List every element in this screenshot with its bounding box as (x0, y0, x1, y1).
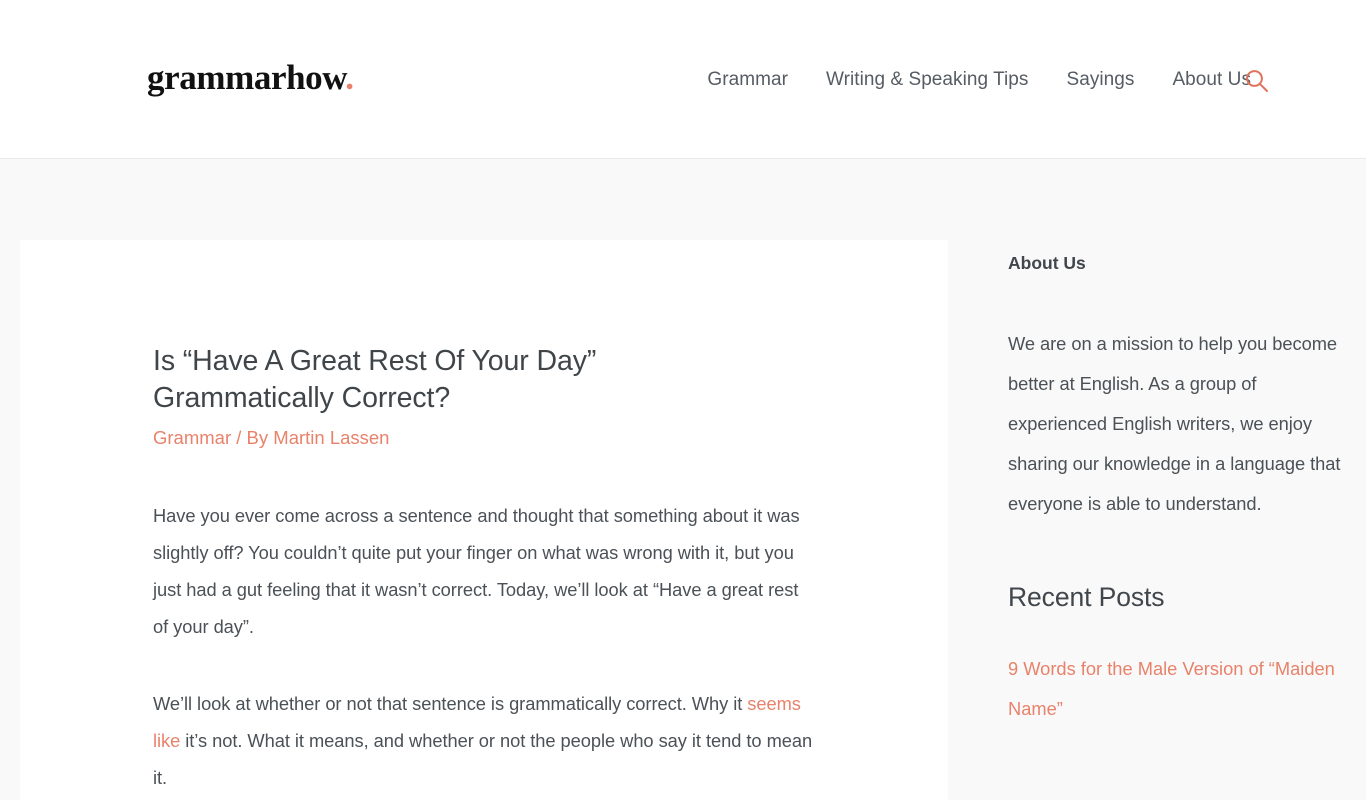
recent-posts-list: 9 Words for the Male Version of “Maiden … (1008, 649, 1348, 729)
recent-post-link[interactable]: 9 Words for the Male Version of “Maiden … (1008, 658, 1335, 719)
main-navigation: Grammar Writing & Speaking Tips Sayings … (688, 66, 1270, 94)
article-author-link[interactable]: Martin Lassen (273, 427, 389, 448)
list-item: 9 Words for the Male Version of “Maiden … (1008, 649, 1348, 729)
article-paragraph-2: We’ll look at whether or not that senten… (153, 685, 818, 796)
site-logo-dot: . (345, 58, 354, 97)
nav-item-grammar[interactable]: Grammar (688, 66, 807, 94)
about-us-text: We are on a mission to help you become b… (1008, 333, 1341, 514)
header-inner: grammarhow. Grammar Writing & Speaking T… (0, 0, 1366, 158)
sidebar-section-recent-posts: Recent Posts 9 Words for the Male Versio… (1008, 580, 1348, 729)
article-byline: Grammar / By Martin Lassen (153, 425, 818, 451)
recent-posts-heading: Recent Posts (1008, 582, 1165, 612)
search-icon[interactable] (1244, 68, 1270, 94)
page-title: Is “Have A Great Rest Of Your Day” Gramm… (153, 345, 597, 414)
paragraph-2-text-before: We’ll look at whether or not that senten… (153, 693, 748, 714)
article-paragraph-1: Have you ever come across a sentence and… (153, 505, 800, 637)
about-us-heading: About Us (1008, 253, 1086, 273)
article: Is “Have A Great Rest Of Your Day” Gramm… (153, 343, 818, 796)
paragraph-2-text-after: it’s not. What it means, and whether or … (153, 730, 813, 788)
site-logo[interactable]: grammarhow. (147, 56, 354, 100)
byline-separator: / By (231, 427, 274, 448)
nav-item-sayings[interactable]: Sayings (1047, 66, 1153, 94)
site-header: grammarhow. Grammar Writing & Speaking T… (0, 0, 1366, 159)
nav-item-writing-speaking-tips[interactable]: Writing & Speaking Tips (807, 66, 1048, 94)
article-category-link[interactable]: Grammar (153, 427, 231, 448)
sidebar-section-about: About Us We are on a mission to help you… (1008, 250, 1348, 524)
article-card: Is “Have A Great Rest Of Your Day” Gramm… (20, 240, 948, 800)
site-logo-text: grammarhow (147, 58, 346, 97)
sidebar: About Us We are on a mission to help you… (1008, 240, 1348, 747)
